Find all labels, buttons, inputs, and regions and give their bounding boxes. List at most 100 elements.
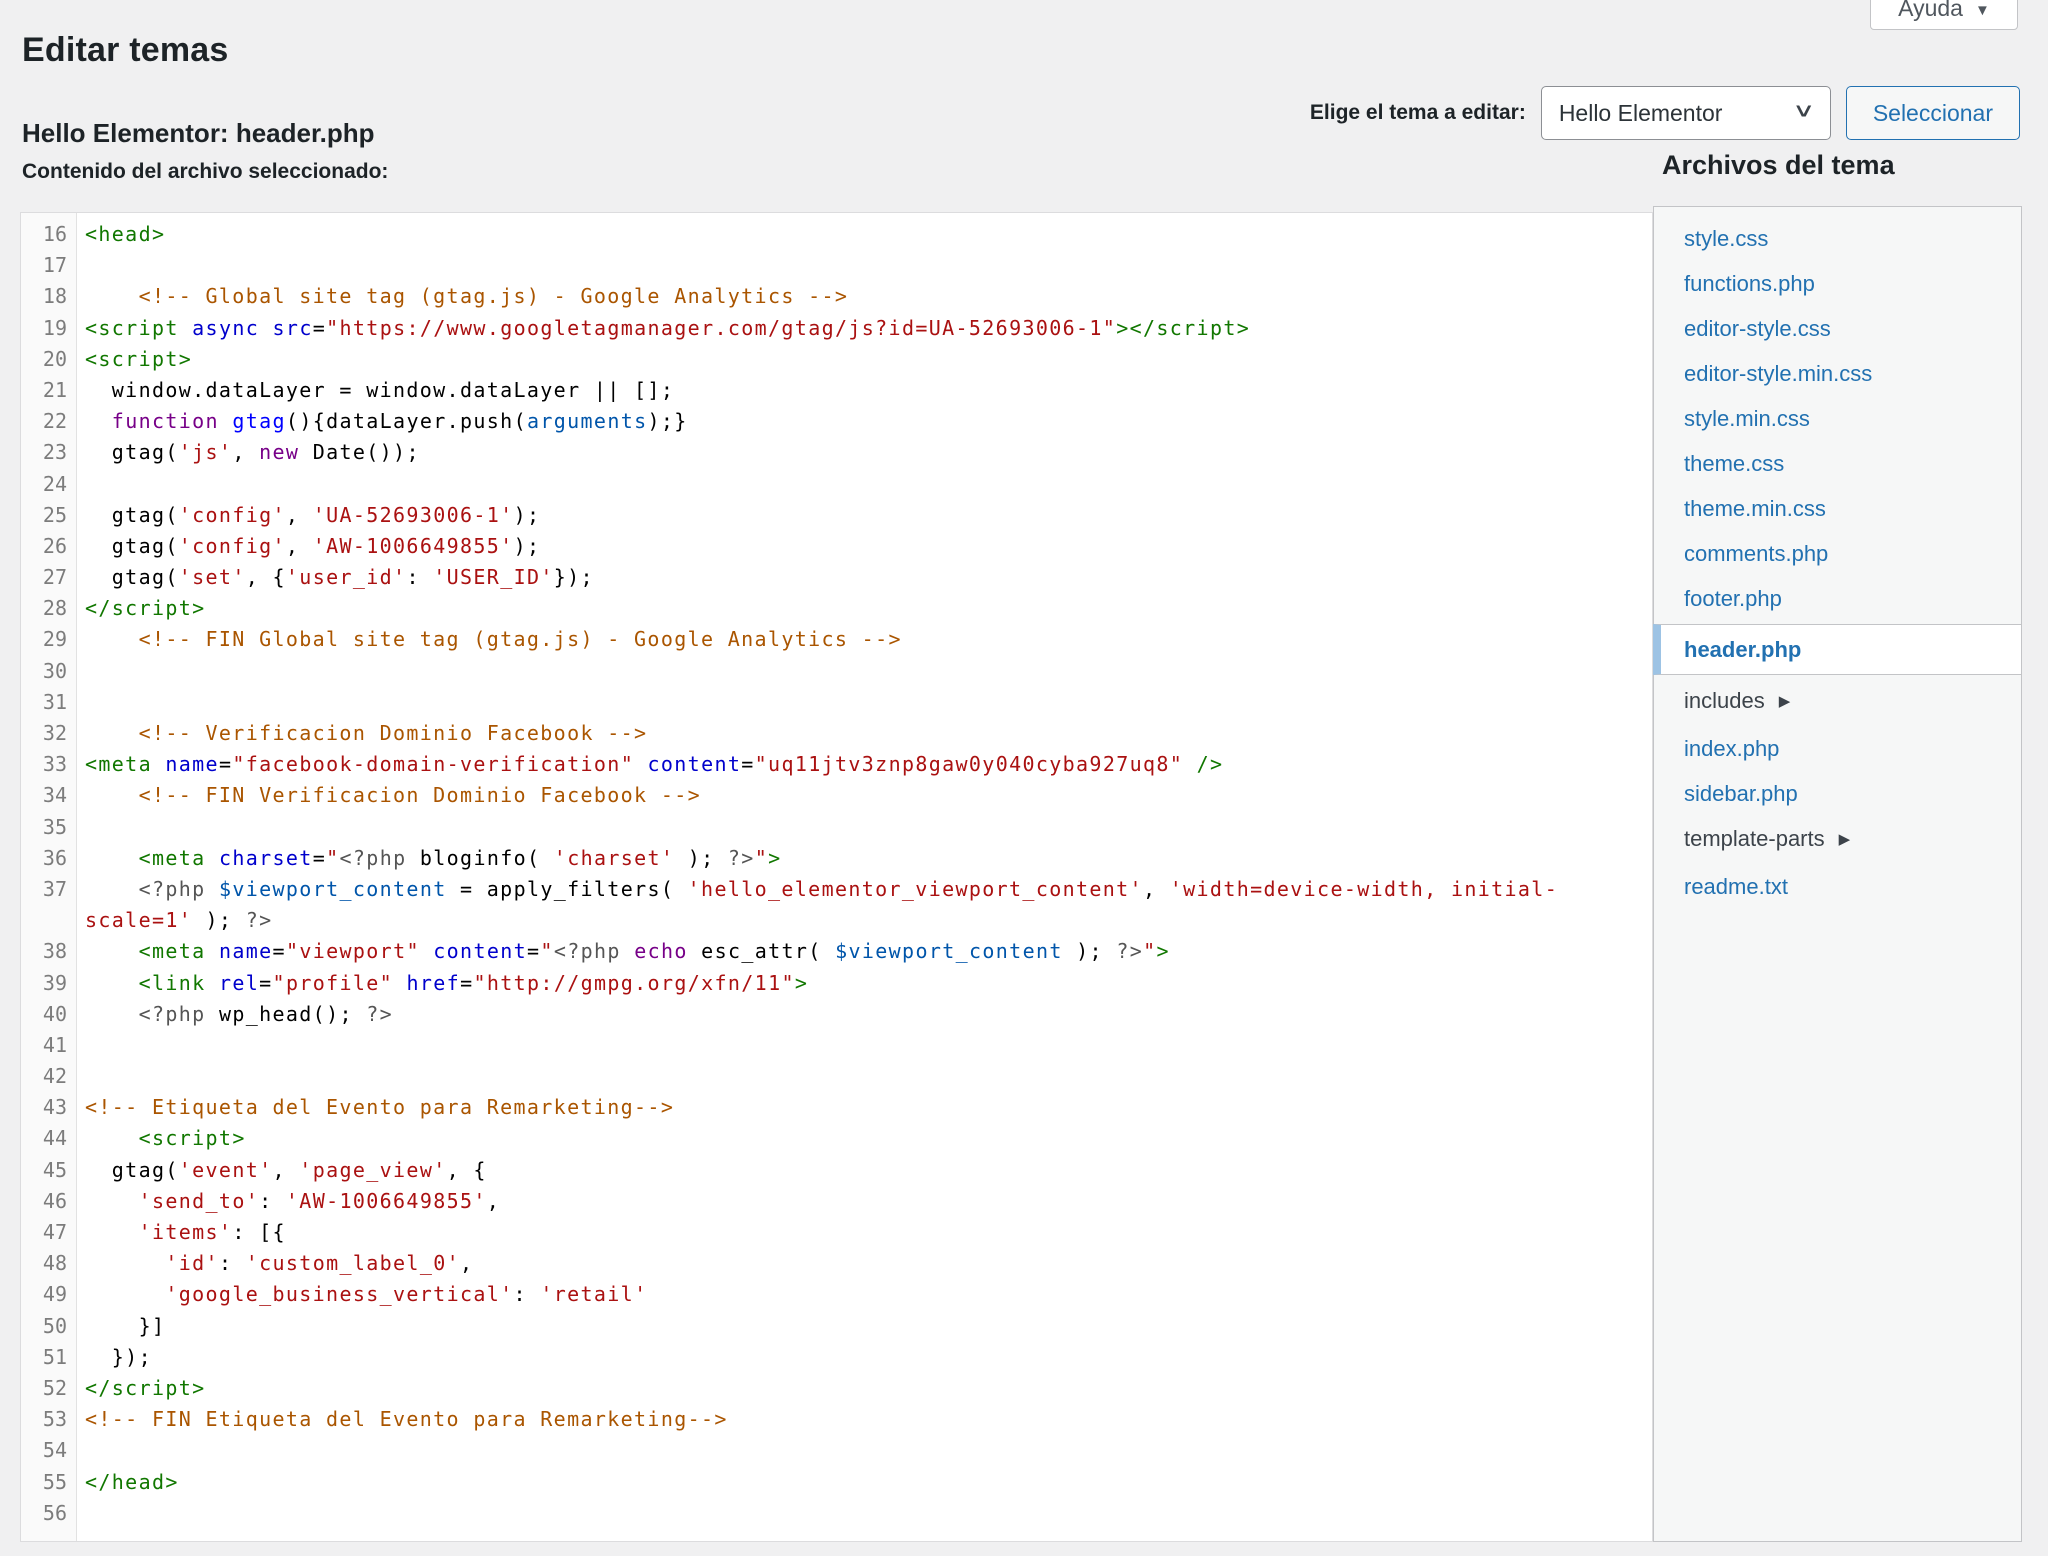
file-item-index.php[interactable]: index.php [1654, 726, 2021, 771]
line-number: 47 [21, 1217, 76, 1248]
select-theme-button[interactable]: Seleccionar [1846, 86, 2020, 140]
code-line: <link rel="profile" href="http://gmpg.or… [85, 968, 1652, 999]
line-number: 22 [21, 406, 76, 437]
code-line: function gtag(){dataLayer.push(arguments… [85, 406, 1652, 437]
line-number: 44 [21, 1123, 76, 1154]
file-item-theme.min.css[interactable]: theme.min.css [1654, 486, 2021, 531]
line-number: 16 [21, 219, 76, 250]
line-number: 33 [21, 749, 76, 780]
code-line: </head> [85, 1467, 1652, 1498]
file-item-label: index.php [1684, 736, 1779, 761]
code-line: <!-- Etiqueta del Evento para Remarketin… [85, 1092, 1652, 1123]
code-line: gtag('js', new Date()); [85, 437, 1652, 468]
code-line [85, 1061, 1652, 1092]
code-lines[interactable]: <head> <!-- Global site tag (gtag.js) - … [77, 213, 1652, 1541]
code-line: <meta name="viewport" content="<?php ech… [85, 936, 1652, 967]
line-number: 42 [21, 1061, 76, 1092]
file-item-readme.txt[interactable]: readme.txt [1654, 864, 2021, 909]
file-item-label: template-parts [1684, 826, 1825, 851]
line-number: 23 [21, 437, 76, 468]
line-number: 45 [21, 1155, 76, 1186]
line-number: 25 [21, 500, 76, 531]
file-item-label: header.php [1684, 637, 1801, 662]
file-item-functions.php[interactable]: functions.php [1654, 261, 2021, 306]
folder-arrow-icon: ▶ [1779, 688, 1791, 715]
file-item-theme.css[interactable]: theme.css [1654, 441, 2021, 486]
code-line: <!-- Global site tag (gtag.js) - Google … [85, 281, 1652, 312]
code-line: 'google_business_vertical': 'retail' [85, 1279, 1652, 1310]
line-number: 35 [21, 812, 76, 843]
file-item-footer.php[interactable]: footer.php [1654, 576, 2021, 621]
line-number: 34 [21, 780, 76, 811]
file-item-label: sidebar.php [1684, 781, 1798, 806]
file-item-style.min.css[interactable]: style.min.css [1654, 396, 2021, 441]
line-number: 49 [21, 1279, 76, 1310]
line-number: 54 [21, 1435, 76, 1466]
theme-files-title: Archivos del tema [1662, 150, 1895, 181]
code-line: <!-- FIN Verificacion Dominio Facebook -… [85, 780, 1652, 811]
theme-select-label: Elige el tema a editar: [1310, 101, 1526, 125]
code-line: </script> [85, 593, 1652, 624]
help-button-label: Ayuda [1898, 0, 1963, 22]
line-number: 46 [21, 1186, 76, 1217]
code-line: gtag('event', 'page_view', { [85, 1155, 1652, 1186]
line-number: 51 [21, 1342, 76, 1373]
help-button[interactable]: Ayuda ▼ [1870, 0, 2018, 30]
code-line: <meta name="facebook-domain-verification… [85, 749, 1652, 780]
line-number: 37 [21, 874, 76, 905]
line-number: 17 [21, 250, 76, 281]
file-item-style.css[interactable]: style.css [1654, 216, 2021, 261]
file-item-label: theme.min.css [1684, 496, 1826, 521]
file-folder-includes[interactable]: includes▶ [1654, 678, 2021, 726]
line-number: 28 [21, 593, 76, 624]
line-number: 56 [21, 1498, 76, 1529]
code-editor[interactable]: 1617181920212223242526272829303132333435… [20, 212, 1653, 1542]
file-item-label: style.min.css [1684, 406, 1810, 431]
line-number: 43 [21, 1092, 76, 1123]
file-item-label: comments.php [1684, 541, 1828, 566]
page-title: Editar temas [22, 31, 228, 70]
file-item-label: footer.php [1684, 586, 1782, 611]
selected-theme-value: Hello Elementor [1559, 100, 1723, 127]
line-number: 50 [21, 1311, 76, 1342]
line-number: 31 [21, 687, 76, 718]
line-number: 40 [21, 999, 76, 1030]
file-folder-template-parts[interactable]: template-parts ▶ [1654, 816, 2021, 864]
theme-files-list: style.cssfunctions.phpeditor-style.cssed… [1654, 216, 2021, 909]
line-number: 21 [21, 375, 76, 406]
line-number: 26 [21, 531, 76, 562]
code-line [85, 812, 1652, 843]
line-number: 36 [21, 843, 76, 874]
code-line: gtag('set', {'user_id': 'USER_ID'}); [85, 562, 1652, 593]
code-line: <script async src="https://www.googletag… [85, 313, 1652, 344]
line-number: 53 [21, 1404, 76, 1435]
line-number: 19 [21, 313, 76, 344]
file-item-comments.php[interactable]: comments.php [1654, 531, 2021, 576]
file-item-sidebar.php[interactable]: sidebar.php [1654, 771, 2021, 816]
file-content-label: Contenido del archivo seleccionado: [22, 160, 388, 184]
theme-switcher: Elige el tema a editar: Hello Elementor … [1310, 86, 2020, 140]
file-item-editor-style.min.css[interactable]: editor-style.min.css [1654, 351, 2021, 396]
code-line [85, 1435, 1652, 1466]
code-line: 'id': 'custom_label_0', [85, 1248, 1652, 1279]
file-item-header.php[interactable]: header.php [1653, 624, 2021, 675]
code-line: }] [85, 1311, 1652, 1342]
code-line: }); [85, 1342, 1652, 1373]
file-item-label: theme.css [1684, 451, 1784, 476]
file-item-editor-style.css[interactable]: editor-style.css [1654, 306, 2021, 351]
line-number: 39 [21, 968, 76, 999]
code-line: window.dataLayer = window.dataLayer || [… [85, 375, 1652, 406]
code-line: <!-- FIN Global site tag (gtag.js) - Goo… [85, 624, 1652, 655]
code-line [85, 250, 1652, 281]
code-line: <head> [85, 219, 1652, 250]
code-line: scale=1' ); ?> [85, 905, 1652, 936]
code-line [85, 1030, 1652, 1061]
theme-select[interactable]: Hello Elementor ∨ [1541, 86, 1831, 140]
line-number: 52 [21, 1373, 76, 1404]
theme-files-panel: style.cssfunctions.phpeditor-style.cssed… [1653, 206, 2022, 1542]
line-number: 55 [21, 1467, 76, 1498]
page-subtitle: Hello Elementor: header.php [22, 118, 375, 149]
code-line: </script> [85, 1373, 1652, 1404]
code-line [85, 469, 1652, 500]
folder-arrow-icon: ▶ [1839, 826, 1851, 853]
